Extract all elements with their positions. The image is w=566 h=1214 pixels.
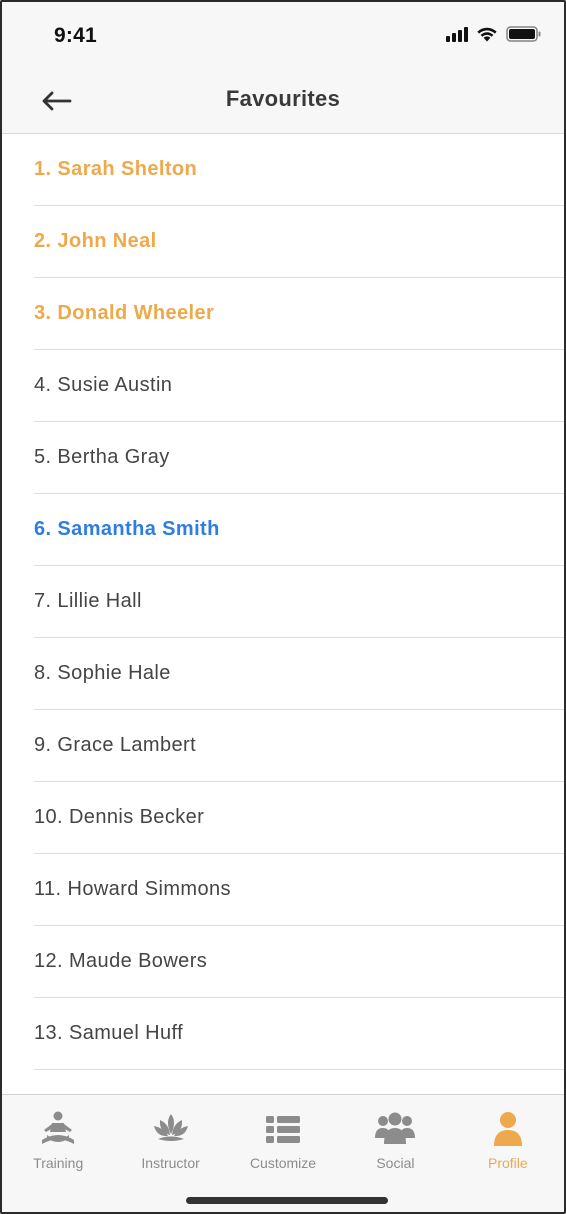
list-item[interactable]: 2. John Neal bbox=[34, 206, 564, 278]
list-item[interactable]: 5. Bertha Gray bbox=[34, 422, 564, 494]
tab-instructor[interactable]: Instructor bbox=[114, 1095, 226, 1179]
nav-header: Favourites bbox=[2, 68, 564, 134]
favourite-name: 5. Bertha Gray bbox=[34, 446, 170, 468]
favourite-name: 11. Howard Simmons bbox=[34, 878, 231, 900]
tab-label: Social bbox=[376, 1155, 415, 1171]
home-indicator[interactable] bbox=[186, 1197, 388, 1204]
status-bar: 9:41 bbox=[2, 2, 564, 68]
favourite-name: 4. Susie Austin bbox=[34, 374, 173, 396]
cellular-signal-icon bbox=[446, 26, 468, 42]
list-item[interactable]: 10. Dennis Becker bbox=[34, 782, 564, 854]
list-item[interactable]: 11. Howard Simmons bbox=[34, 854, 564, 926]
favourite-name: 10. Dennis Becker bbox=[34, 806, 205, 828]
status-icons bbox=[446, 26, 542, 42]
list-item[interactable]: 8. Sophie Hale bbox=[34, 638, 564, 710]
group-icon bbox=[375, 1109, 416, 1149]
favourites-list: 1. Sarah Shelton 2. John Neal 3. Donald … bbox=[2, 134, 564, 1070]
user-icon bbox=[488, 1109, 528, 1149]
favourite-name: 12. Maude Bowers bbox=[34, 950, 208, 972]
status-time: 9:41 bbox=[54, 24, 97, 47]
tab-training[interactable]: Training bbox=[2, 1095, 114, 1179]
list-item[interactable]: 1. Sarah Shelton bbox=[34, 134, 564, 206]
favourite-name: 8. Sophie Hale bbox=[34, 662, 171, 684]
tab-label: Training bbox=[33, 1155, 84, 1171]
favourite-name: 1. Sarah Shelton bbox=[34, 158, 198, 180]
phone-screen: 9:41 Favourites 1. Sarah Shelton 2. John… bbox=[0, 0, 566, 1214]
tab-label: Customize bbox=[249, 1155, 317, 1171]
favourite-name: 6. Samantha Smith bbox=[34, 518, 220, 540]
tab-label: Profile bbox=[487, 1155, 528, 1171]
list-item[interactable]: 3. Donald Wheeler bbox=[34, 278, 564, 350]
tab-bar: Training Instructor Customize Social Pro… bbox=[2, 1094, 564, 1212]
favourite-name: 3. Donald Wheeler bbox=[34, 302, 215, 324]
meditation-icon bbox=[38, 1109, 78, 1149]
favourite-name: 9. Grace Lambert bbox=[34, 734, 197, 756]
page-title: Favourites bbox=[225, 86, 341, 111]
tab-label: Instructor bbox=[141, 1155, 200, 1171]
tab-customize[interactable]: Customize bbox=[227, 1095, 339, 1179]
list-item[interactable]: 7. Lillie Hall bbox=[34, 566, 564, 638]
list-item[interactable]: 13. Samuel Huff bbox=[34, 998, 564, 1070]
battery-icon bbox=[506, 26, 541, 42]
lotus-icon bbox=[151, 1109, 191, 1149]
favourite-name: 13. Samuel Huff bbox=[34, 1022, 184, 1044]
tab-social[interactable]: Social bbox=[339, 1095, 451, 1179]
tab-profile[interactable]: Profile bbox=[452, 1095, 564, 1179]
list-item[interactable]: 9. Grace Lambert bbox=[34, 710, 564, 782]
list-item[interactable]: 4. Susie Austin bbox=[34, 350, 564, 422]
favourite-name: 7. Lillie Hall bbox=[34, 590, 142, 612]
wifi-icon bbox=[477, 27, 497, 42]
favourite-name: 2. John Neal bbox=[34, 230, 157, 252]
list-icon bbox=[263, 1109, 303, 1149]
list-item[interactable]: 12. Maude Bowers bbox=[34, 926, 564, 998]
list-item[interactable]: 6. Samantha Smith bbox=[34, 494, 564, 566]
